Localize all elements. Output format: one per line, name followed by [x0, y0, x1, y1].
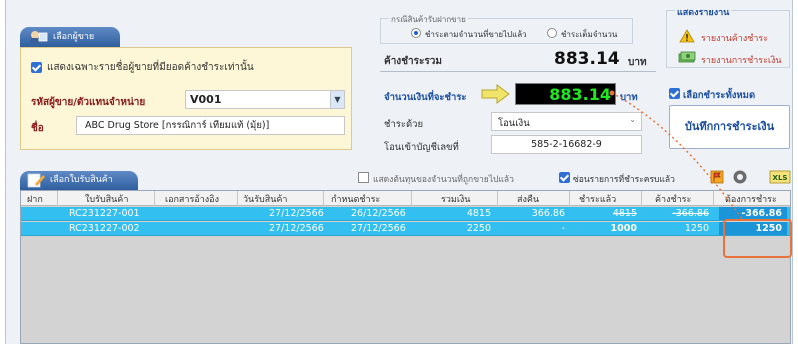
row-receipt: RC231227-002: [69, 223, 140, 234]
receipt-tab-label: เลือกใบรับสินค้า: [50, 175, 113, 185]
col-outstanding[interactable]: ค้างชำระ: [655, 192, 691, 206]
col-returned[interactable]: ส่งคืน: [517, 192, 539, 206]
outstanding-total-unit: บาท: [628, 57, 647, 68]
only-due-checkbox[interactable]: [31, 62, 42, 73]
row-paid: 1000: [610, 223, 637, 234]
vendor-name-field[interactable]: ABC Drug Store [กรรณิการ์ เทียมแท้ (มุ้ย…: [76, 116, 345, 135]
report-group: แสดงรายงาน รายงานค้างชำระ รายงานการชำระเ…: [666, 5, 790, 68]
excel-export-icon[interactable]: XLS: [769, 169, 791, 185]
col-deposit[interactable]: ฝาก: [27, 192, 43, 206]
arrow-right-icon: [481, 84, 510, 104]
pay-method-label: ชำระด้วย: [384, 119, 424, 130]
vendor-tab-label: เลือกผู้ขาย: [53, 32, 95, 42]
mode-sold-radio[interactable]: [411, 28, 421, 38]
select-all-checkbox[interactable]: [669, 88, 680, 99]
pay-amount-label: จำนวนเงินที่จะชำระ: [384, 92, 467, 103]
outstanding-total-label: ค้างชำระรวม: [384, 56, 442, 67]
pay-amount-unit: บาท: [620, 92, 638, 103]
col-received-date[interactable]: วันรับสินค้า: [243, 192, 287, 206]
warning-icon: [679, 29, 695, 43]
row-received-date: 27/12/2566: [269, 208, 324, 219]
vendor-code-select[interactable]: V001 ▼: [185, 90, 345, 109]
gear-icon[interactable]: [732, 169, 748, 185]
vendor-tab: เลือกผู้ขาย: [20, 27, 120, 47]
col-reference[interactable]: เอกสารอ้างอิง: [165, 192, 219, 206]
vendor-icon: [30, 31, 48, 44]
row-returned: 366.86: [531, 208, 565, 219]
cash-icon: [678, 51, 696, 63]
outstanding-total-value: 883.14: [554, 49, 620, 69]
row-due-date: 26/12/2566: [351, 208, 406, 219]
row-paid: 4815: [612, 208, 637, 219]
col-receipt[interactable]: ใบรับสินค้า: [85, 192, 128, 206]
pay-method-value: โอนเงิน: [498, 118, 530, 129]
document-pencil-icon: [27, 173, 45, 188]
payment-mode-legend: กรณีสินค้ารับฝากขาย: [389, 13, 468, 26]
mode-full-label[interactable]: ชำระเต็มจำนวน: [561, 28, 617, 41]
mode-full-radio[interactable]: [547, 28, 557, 38]
show-sold-cost-checkbox[interactable]: [358, 172, 369, 183]
row-outstanding: 1250: [684, 223, 709, 234]
vendor-code-value: V001: [190, 93, 222, 106]
table-row[interactable]: RC231227-001 27/12/2566 26/12/2566 4815 …: [21, 207, 790, 221]
receipt-grid: ฝาก ใบรับสินค้า เอกสารอ้างอิง วันรับสินค…: [20, 190, 791, 344]
hide-paid-label[interactable]: ซ่อนรายการที่ชำระครบแล้ว: [573, 172, 675, 186]
col-due-date[interactable]: กำหนดชำระ: [331, 192, 380, 206]
payment-report-link[interactable]: รายงานการชำระเงิน: [701, 53, 782, 67]
grid-header: ฝาก ใบรับสินค้า เอกสารอ้างอิง วันรับสินค…: [21, 191, 790, 206]
only-due-label: แสดงเฉพาะรายชื่อผู้ขายที่มียอดค้างชำระเท…: [47, 62, 254, 73]
chevron-down-icon[interactable]: ⌄: [629, 115, 636, 124]
excel-export-label: XLS: [773, 174, 788, 182]
row-total: 4815: [466, 208, 491, 219]
to-pay-callout-box: [723, 219, 792, 258]
hide-paid-checkbox[interactable]: [559, 172, 570, 183]
row-received-date: 27/12/2566: [269, 223, 324, 234]
account-number-field[interactable]: 585-2-16682-9: [491, 135, 642, 154]
flag-icon[interactable]: [709, 169, 725, 185]
row-to-pay: -366.86: [741, 208, 782, 219]
chevron-down-icon[interactable]: ▼: [330, 91, 344, 108]
mode-sold-label[interactable]: ชำระตามจำนวนที่ขายไปแล้ว: [425, 28, 527, 41]
pay-amount-value: 883.14: [549, 85, 611, 104]
receipt-tab: เลือกใบรับสินค้า: [20, 171, 138, 190]
row-receipt: RC231227-001: [69, 208, 140, 219]
col-paid[interactable]: ชำระแล้ว: [579, 192, 616, 206]
row-returned: -: [561, 223, 565, 234]
vendor-name-label: ชื่อ: [31, 123, 44, 134]
account-number-label: โอนเข้าบัญชีเลขที่: [384, 142, 459, 153]
pay-method-select[interactable]: โอนเงิน ⌄: [491, 112, 642, 131]
show-sold-cost-label[interactable]: แสดงต้นทุนของจำนวนที่ถูกขายไปแล้ว: [373, 172, 514, 186]
report-group-title: แสดงรายงาน: [675, 5, 732, 19]
vendor-code-label: รหัสผู้ขาย/ตัวแทนจำหน่าย: [31, 97, 146, 108]
account-number-value: 585-2-16682-9: [531, 139, 602, 150]
col-to-pay[interactable]: ต้องการชำระ: [725, 192, 777, 206]
table-row[interactable]: RC231227-002 27/12/2566 27/12/2566 2250 …: [21, 222, 790, 236]
payment-window: เลือกผู้ขาย แสดงเฉพาะรายชื่อผู้ขายที่มีย…: [5, 0, 793, 344]
pay-amount-display[interactable]: 883.14: [515, 83, 616, 105]
outstanding-total-row: ค้างชำระรวม 883.14 บาท: [380, 48, 656, 72]
row-outstanding: -366.86: [672, 208, 709, 219]
vendor-panel: แสดงเฉพาะรายชื่อผู้ขายที่มียอดค้างชำระเท…: [20, 47, 352, 150]
payment-mode-group: กรณีสินค้ารับฝากขาย ชำระตามจำนวนที่ขายไป…: [380, 13, 633, 44]
col-total[interactable]: รวมเงิน: [441, 192, 470, 206]
select-all-label[interactable]: เลือกชำระทั้งหมด: [683, 88, 755, 103]
outstanding-report-link[interactable]: รายงานค้างชำระ: [701, 31, 768, 45]
save-payment-button[interactable]: บันทึกการชำระเงิน: [669, 105, 790, 149]
row-total: 2250: [466, 223, 491, 234]
row-due-date: 27/12/2566: [351, 223, 406, 234]
